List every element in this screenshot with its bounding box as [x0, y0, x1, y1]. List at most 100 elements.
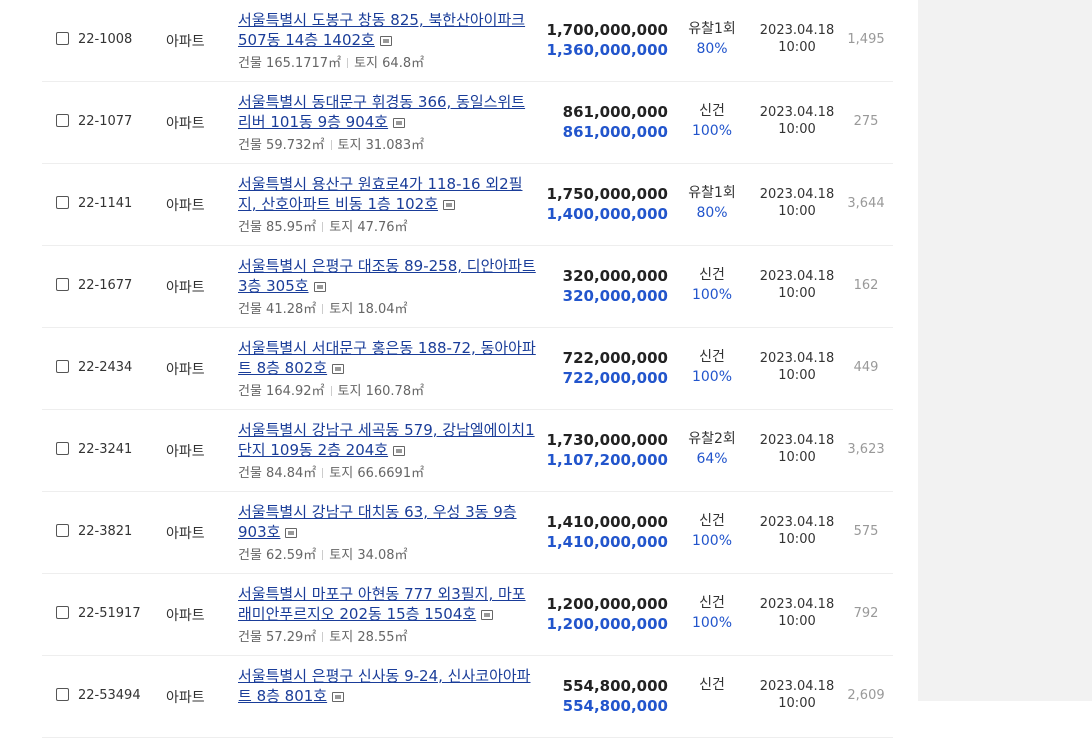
photo-icon[interactable]	[393, 118, 406, 128]
divider	[322, 222, 324, 232]
divider	[322, 304, 324, 314]
price-percent: 100%	[691, 123, 733, 139]
status-cell: 유찰1회 80%	[674, 183, 750, 223]
address-cell: 서울특별시 동대문구 휘경동 366, 동일스위트리버 101동 9층 904호	[238, 92, 538, 132]
table-row: 22-51917 아파트 서울특별시 마포구 아현동 777 외3필지, 마포래…	[42, 574, 893, 656]
area-info: 건물 164.92㎡ 토지 160.78㎡	[238, 380, 424, 399]
view-count: 792	[853, 606, 879, 621]
price-percent: 100%	[691, 615, 733, 631]
photo-icon[interactable]	[443, 200, 456, 210]
case-number: 22-1077	[78, 114, 133, 129]
row-checkbox[interactable]	[56, 32, 69, 45]
address-cell: 서울특별시 도봉구 창동 825, 북한산아이파크 507동 14층 1402호	[238, 10, 538, 50]
appraised-price: 1,410,000,000	[546, 513, 668, 531]
auction-status: 신건	[699, 677, 725, 693]
time-text: 10:00	[778, 40, 816, 55]
status-cell: 신건 100%	[674, 511, 750, 551]
time-text: 10:00	[778, 368, 816, 383]
address-link[interactable]: 서울특별시 강남구 세곡동 579, 강남엘에이치1단지 109동 2층 204…	[238, 421, 535, 459]
table-row: 22-3821 아파트 서울특별시 강남구 대치동 63, 우성 3동 9층 9…	[42, 492, 893, 574]
auction-date: 2023.04.18 10:00	[754, 104, 840, 138]
price-cell: 861,000,000 861,000,000	[528, 102, 668, 142]
price-percent: 64%	[696, 451, 728, 467]
land-area: 토지 18.04㎡	[329, 302, 408, 317]
photo-icon[interactable]	[481, 610, 494, 620]
row-checkbox[interactable]	[56, 114, 69, 127]
price-percent: 100%	[691, 533, 733, 549]
building-area: 건물 62.59㎡	[238, 548, 317, 563]
area-info: 건물 84.84㎡ 토지 66.6691㎡	[238, 462, 424, 481]
photo-icon[interactable]	[285, 528, 298, 538]
area-info: 건물 62.59㎡ 토지 34.08㎡	[238, 544, 408, 563]
auction-status: 신건	[699, 513, 725, 529]
time-text: 10:00	[778, 286, 816, 301]
date-text: 2023.04.18	[759, 23, 835, 38]
row-checkbox[interactable]	[56, 442, 69, 455]
land-area: 토지 160.78㎡	[337, 384, 425, 399]
auction-date: 2023.04.18 10:00	[754, 350, 840, 384]
photo-icon[interactable]	[313, 282, 326, 292]
address-link[interactable]: 서울특별시 서대문구 홍은동 188-72, 동아아파트 8층 802호	[238, 339, 536, 377]
date-text: 2023.04.18	[759, 515, 835, 530]
auction-date: 2023.04.18 10:00	[754, 432, 840, 466]
right-side-panel	[918, 0, 1092, 701]
price-percent: 80%	[696, 205, 728, 221]
area-info: 건물 59.732㎡ 토지 31.083㎡	[238, 134, 424, 153]
address-link[interactable]: 서울특별시 강남구 대치동 63, 우성 3동 9층 903호	[238, 503, 517, 541]
appraised-price: 1,730,000,000	[546, 431, 668, 449]
photo-icon[interactable]	[393, 446, 406, 456]
date-text: 2023.04.18	[759, 351, 835, 366]
case-number: 22-51917	[78, 606, 141, 621]
row-checkbox[interactable]	[56, 688, 69, 701]
property-type: 아파트	[166, 34, 205, 50]
address-link[interactable]: 서울특별시 용산구 원효로4가 118-16 외2필지, 산호아파트 비동 1층…	[238, 175, 523, 213]
row-checkbox[interactable]	[56, 278, 69, 291]
auction-date: 2023.04.18 10:00	[754, 514, 840, 548]
row-checkbox[interactable]	[56, 606, 69, 619]
price-cell: 1,750,000,000 1,400,000,000	[528, 184, 668, 224]
appraised-price: 1,700,000,000	[546, 21, 668, 39]
minimum-price: 1,410,000,000	[546, 533, 668, 551]
view-count: 3,623	[847, 442, 885, 457]
status-cell: 신건 100%	[674, 347, 750, 387]
case-number: 22-1677	[78, 278, 133, 293]
auction-status: 유찰1회	[688, 185, 736, 201]
appraised-price: 554,800,000	[562, 677, 668, 695]
address-link[interactable]: 서울특별시 동대문구 휘경동 366, 동일스위트리버 101동 9층 904호	[238, 93, 525, 131]
property-type: 아파트	[166, 608, 205, 624]
minimum-price: 320,000,000	[562, 287, 668, 305]
date-text: 2023.04.18	[759, 187, 835, 202]
row-checkbox[interactable]	[56, 360, 69, 373]
auction-date: 2023.04.18 10:00	[754, 22, 840, 56]
building-area: 건물 57.29㎡	[238, 630, 317, 645]
area-info: 건물 165.1717㎡ 토지 64.8㎡	[238, 52, 424, 71]
minimum-price: 554,800,000	[562, 697, 668, 715]
minimum-price: 1,400,000,000	[546, 205, 668, 223]
date-text: 2023.04.18	[759, 597, 835, 612]
table-row: 22-3241 아파트 서울특별시 강남구 세곡동 579, 강남엘에이치1단지…	[42, 410, 893, 492]
photo-icon[interactable]	[379, 36, 392, 46]
price-cell: 1,700,000,000 1,360,000,000	[528, 20, 668, 60]
address-link[interactable]: 서울특별시 은평구 신사동 9-24, 신사코아아파트 8층 801호	[238, 667, 531, 705]
table-row: 22-1008 아파트 서울특별시 도봉구 창동 825, 북한산아이파크 50…	[42, 0, 893, 82]
address-link[interactable]: 서울특별시 은평구 대조동 89-258, 디안아파트 3층 305호	[238, 257, 536, 295]
photo-icon[interactable]	[332, 364, 345, 374]
property-type: 아파트	[166, 198, 205, 214]
appraised-price: 320,000,000	[562, 267, 668, 285]
property-type: 아파트	[166, 444, 205, 460]
auction-date: 2023.04.18 10:00	[754, 596, 840, 630]
view-count: 1,495	[847, 32, 885, 47]
case-number: 22-2434	[78, 360, 133, 375]
time-text: 10:00	[778, 204, 816, 219]
building-area: 건물 41.28㎡	[238, 302, 317, 317]
row-checkbox[interactable]	[56, 196, 69, 209]
date-text: 2023.04.18	[759, 433, 835, 448]
auction-status: 신건	[699, 595, 725, 611]
auction-date: 2023.04.18 10:00	[754, 268, 840, 302]
address-cell: 서울특별시 서대문구 홍은동 188-72, 동아아파트 8층 802호	[238, 338, 538, 378]
case-number: 22-1008	[78, 32, 133, 47]
address-cell: 서울특별시 은평구 신사동 9-24, 신사코아아파트 8층 801호	[238, 666, 538, 706]
minimum-price: 861,000,000	[562, 123, 668, 141]
property-type: 아파트	[166, 362, 205, 378]
row-checkbox[interactable]	[56, 524, 69, 537]
